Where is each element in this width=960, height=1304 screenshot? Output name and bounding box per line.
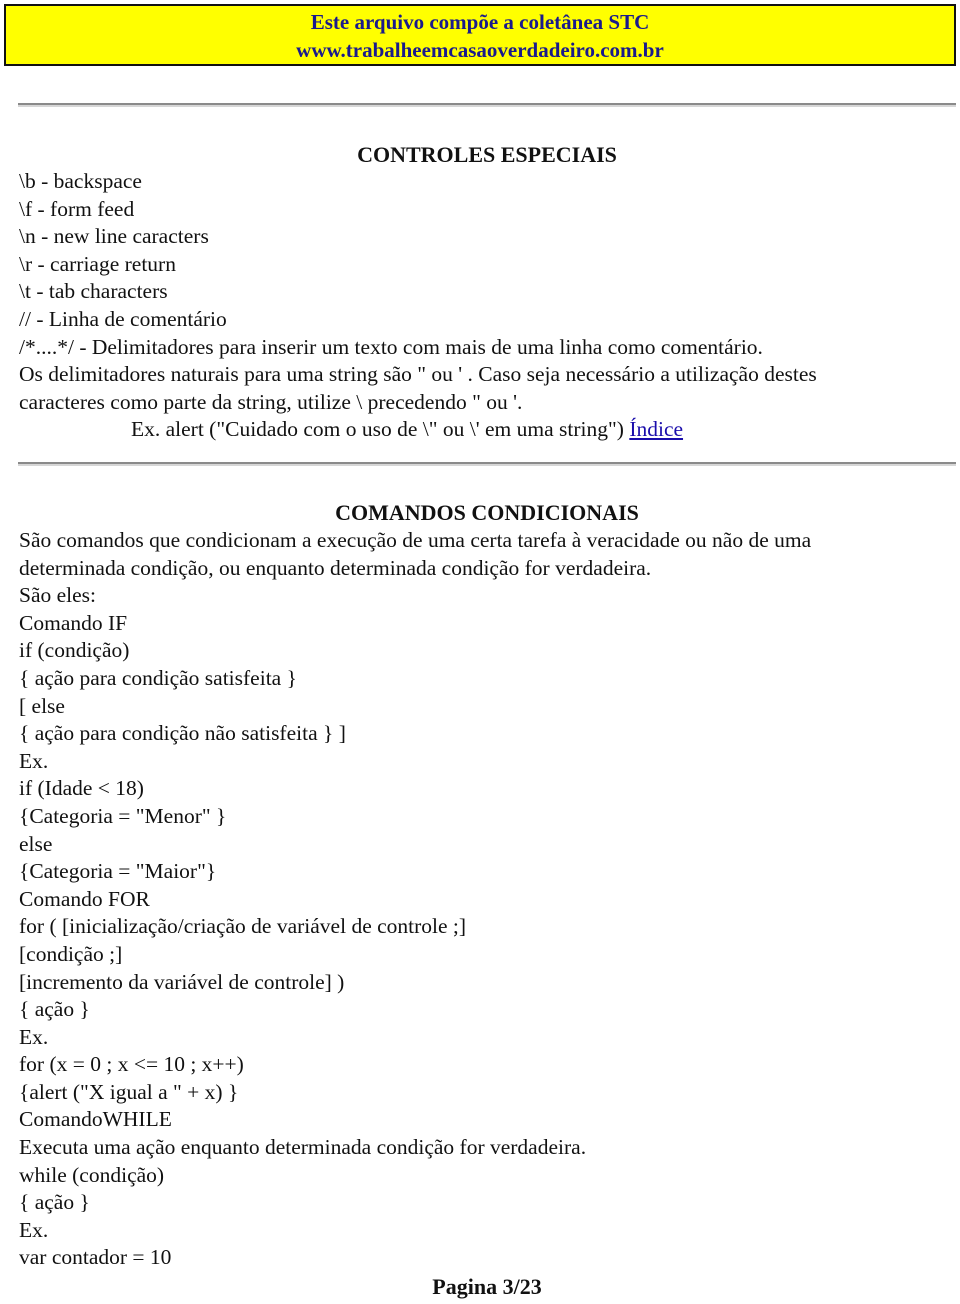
section-controles-especiais: \b - backspace \f - form feed \n - new l… <box>19 168 952 444</box>
text-line: caracteres como parte da string, utilize… <box>19 389 523 414</box>
text-line: /*....*/ - Delimitadores para inserir um… <box>19 334 763 359</box>
text-line: for (x = 0 ; x <= 10 ; x++) <box>19 1052 244 1077</box>
text-line: {Categoria = "Maior"} <box>19 859 217 884</box>
collection-banner: Este arquivo compõe a coletânea STC www.… <box>4 4 956 66</box>
text-line: {alert ("X igual a " + x) } <box>19 1079 239 1104</box>
horizontal-rule <box>18 103 956 107</box>
text-line: { ação } <box>19 997 90 1022</box>
text-line: Ex. <box>19 1024 49 1049</box>
text-line: Comando IF <box>19 610 128 635</box>
text-line: ComandoWHILE <box>19 1107 172 1132</box>
example-line: Ex. alert ("Cuidado com o uso de \" ou \… <box>19 416 795 444</box>
text-line: Os delimitadores naturais para uma strin… <box>19 362 817 387</box>
text-line: determinada condição, ou enquanto determ… <box>19 555 652 580</box>
horizontal-rule <box>18 462 956 466</box>
text-line: Ex. <box>19 748 49 773</box>
page-number: Pagina 3/23 <box>432 1274 542 1299</box>
text-line: [condição ;] <box>19 941 123 966</box>
text-line: while (condição) <box>19 1162 165 1187</box>
banner-url: www.trabalheemcasaoverdadeiro.com.br <box>296 38 664 62</box>
text-line: // - Linha de comentário <box>19 306 227 331</box>
text-line: [ else <box>19 693 65 718</box>
text-line: { ação para condição não satisfeita } ] <box>19 721 346 746</box>
banner-title: Este arquivo compõe a coletânea STC <box>310 10 650 34</box>
text-line: São eles: <box>19 583 97 608</box>
text-line: \n - new line caracters <box>19 224 209 249</box>
text-line: \t - tab characters <box>19 279 168 304</box>
text-line: \r - carriage return <box>19 251 176 276</box>
text-line: \f - form feed <box>19 196 135 221</box>
text-line: \b - backspace <box>19 169 142 193</box>
section-title-controles-especiais: CONTROLES ESPECIAIS <box>357 142 617 167</box>
text-line: Ex. <box>19 1217 49 1242</box>
text-line: else <box>19 831 53 856</box>
text-line: Comando FOR <box>19 886 150 911</box>
text-line: { ação } <box>19 1190 90 1215</box>
section-comandos-condicionais: São comandos que condicionam a execução … <box>19 527 952 1272</box>
text-line: [incremento da variável de controle] ) <box>19 969 345 994</box>
index-link[interactable]: Índice <box>629 417 683 441</box>
section-title-comandos-condicionais: COMANDOS CONDICIONAIS <box>335 500 639 525</box>
text-line: Executa uma ação enquanto determinada co… <box>19 1135 587 1160</box>
text-line: {Categoria = "Menor" } <box>19 803 227 828</box>
text-line: { ação para condição satisfeita } <box>19 665 297 690</box>
text-line: if (Idade < 18) <box>19 776 144 801</box>
example-text: Ex. alert ("Cuidado com o uso de \" ou \… <box>130 417 624 442</box>
text-line: for ( [inicialização/criação de variável… <box>19 914 467 939</box>
text-line: São comandos que condicionam a execução … <box>19 528 812 552</box>
text-line: if (condição) <box>19 638 130 663</box>
text-line: var contador = 10 <box>19 1245 172 1270</box>
